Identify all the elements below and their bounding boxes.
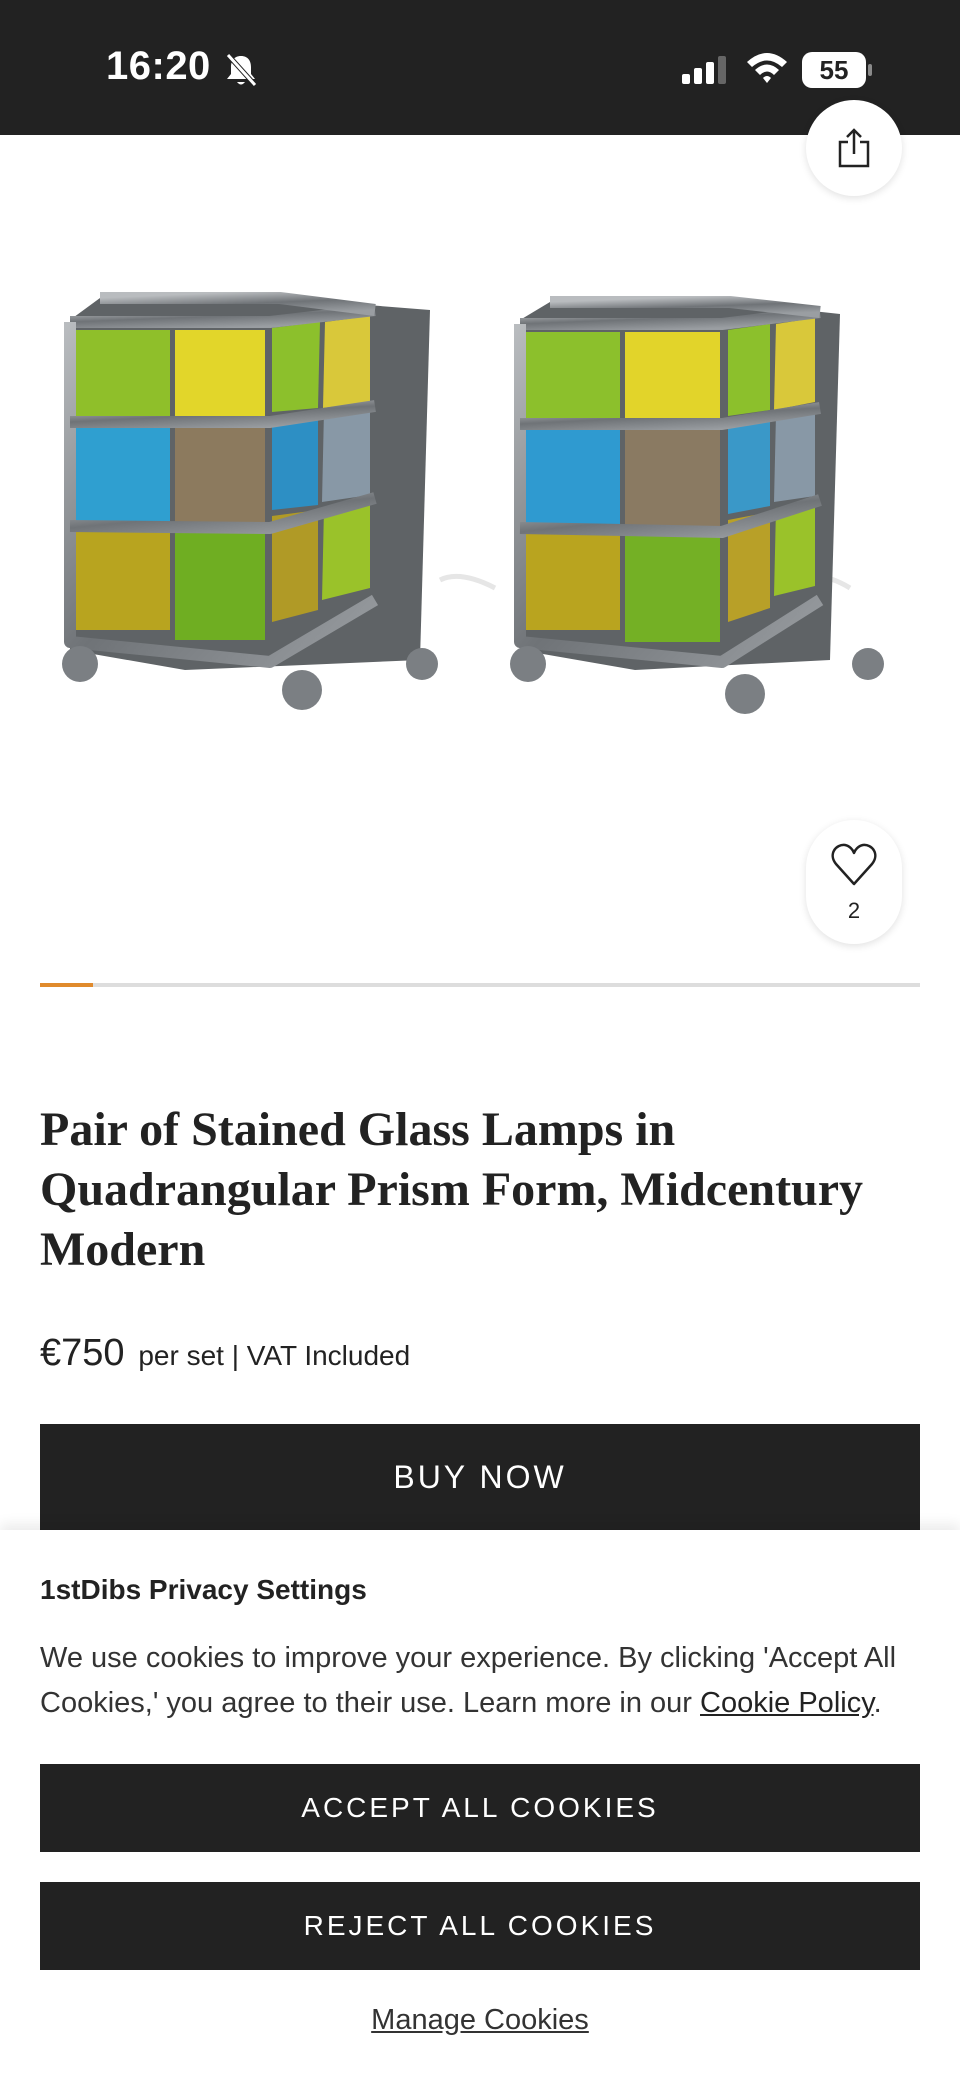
product-title: Pair of Stained Glass Lamps in Quadrangu… <box>40 1103 864 1276</box>
buy-now-button[interactable]: BUY NOW <box>40 1424 920 1530</box>
image-carousel-indicator <box>40 983 920 987</box>
favorite-count: 2 <box>847 898 861 923</box>
lamp-right <box>510 296 884 714</box>
heart-icon <box>831 843 877 886</box>
battery-indicator: 55 <box>802 52 872 88</box>
status-time: 16:20 <box>106 44 211 88</box>
carousel-progress <box>40 983 93 987</box>
battery-level: 55 <box>819 55 849 85</box>
lamp-left <box>62 292 497 710</box>
share-button[interactable] <box>806 100 902 196</box>
cookie-banner: 1stDibs Privacy Settings We use cookies … <box>0 1530 960 2086</box>
wifi-icon <box>747 53 787 83</box>
product-image[interactable] <box>40 270 920 770</box>
manage-cookies-link-container: Manage Cookies <box>0 2004 960 2037</box>
bell-muted-icon <box>226 53 257 87</box>
price-row: €750 per set | VAT Included <box>40 1332 410 1375</box>
cookie-banner-text: We use cookies to improve your experienc… <box>40 1642 897 1719</box>
cookie-policy-link[interactable]: Cookie Policy <box>700 1687 874 1719</box>
accept-all-cookies-button[interactable]: ACCEPT ALL COOKIES <box>40 1764 920 1852</box>
cookie-banner-title: 1stDibs Privacy Settings <box>40 1574 367 1605</box>
manage-cookies-link[interactable]: Manage Cookies <box>371 2004 589 2036</box>
product-price: €750 <box>40 1332 125 1374</box>
status-bar: 16:20 55 <box>0 0 960 135</box>
price-note: per set | VAT Included <box>138 1340 411 1371</box>
reject-all-cookies-button[interactable]: REJECT ALL COOKIES <box>40 1882 920 1970</box>
share-icon <box>838 128 870 168</box>
favorite-button[interactable]: 2 <box>806 820 902 944</box>
cellular-signal-icon <box>682 56 726 84</box>
